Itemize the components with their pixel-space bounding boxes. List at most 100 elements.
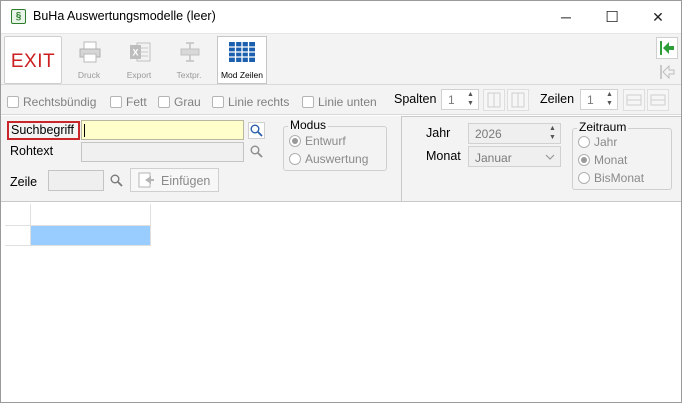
magnifier-icon bbox=[250, 124, 263, 137]
export-label: Export bbox=[126, 70, 152, 80]
chevron-down-icon bbox=[545, 154, 555, 160]
modus-entwurf-label: Entwurf bbox=[305, 134, 346, 148]
spalten-stepper[interactable]: 1 ▲ ▼ bbox=[441, 89, 479, 110]
suchbegriff-label: Suchbegriff bbox=[7, 121, 80, 140]
checkbox-box bbox=[158, 96, 170, 108]
zeitraum-bismonat-radio[interactable]: BisMonat bbox=[578, 171, 644, 185]
spin-up-icon[interactable]: ▲ bbox=[547, 125, 558, 133]
einfuegen-label: Einfügen bbox=[161, 174, 211, 188]
zeile-einfuegen-button[interactable] bbox=[623, 89, 645, 111]
grau-label: Grau bbox=[174, 95, 201, 109]
zeilen-label: Zeilen bbox=[540, 92, 575, 106]
close-icon: ✕ bbox=[652, 8, 664, 25]
column-delete-icon bbox=[511, 92, 525, 108]
rohtext-search-button[interactable] bbox=[248, 143, 265, 160]
checkbox-box bbox=[7, 96, 19, 108]
linie-rechts-label: Linie rechts bbox=[228, 95, 290, 109]
grid-corner-cell bbox=[5, 204, 31, 226]
zeitraum-monat-label: Monat bbox=[594, 153, 628, 167]
linie-unten-label: Linie unten bbox=[318, 95, 377, 109]
spin-down-icon[interactable]: ▼ bbox=[604, 100, 615, 108]
jahr-value: 2026 bbox=[475, 127, 502, 141]
modus-group: Modus Entwurf Auswertung bbox=[283, 118, 387, 171]
zeilen-value: 1 bbox=[587, 93, 594, 107]
radio-dot bbox=[289, 153, 301, 165]
jahr-label: Jahr bbox=[426, 126, 451, 140]
spin-down-icon[interactable]: ▼ bbox=[465, 100, 476, 108]
spin-up-icon[interactable]: ▲ bbox=[465, 91, 476, 99]
checkbox-box bbox=[212, 96, 224, 108]
zeitraum-jahr-label: Jahr bbox=[594, 135, 618, 149]
export-button[interactable]: X Export bbox=[115, 36, 163, 84]
suchbegriff-search-button[interactable] bbox=[248, 122, 265, 139]
maximize-button[interactable]: ☐ bbox=[589, 1, 635, 33]
toolbar: EXIT Druck X Export Textpr. Mod Zeilen bbox=[1, 33, 681, 85]
exit-button[interactable]: EXIT bbox=[4, 36, 62, 84]
magnifier-icon bbox=[110, 174, 123, 187]
app-icon: § bbox=[11, 9, 26, 24]
title-bar: § BuHa Auswertungsmodelle (leer) ─ ☐ ✕ bbox=[1, 1, 681, 33]
modus-entwurf-radio[interactable]: Entwurf bbox=[289, 134, 346, 148]
application-window: § BuHa Auswertungsmodelle (leer) ─ ☐ ✕ E… bbox=[0, 0, 682, 403]
grid-column-header[interactable] bbox=[31, 204, 151, 226]
grid-table-icon bbox=[229, 42, 255, 62]
spin-up-icon[interactable]: ▲ bbox=[604, 91, 615, 99]
window-title: BuHa Auswertungsmodelle (leer) bbox=[33, 9, 216, 23]
spalte-loeschen-button[interactable] bbox=[507, 89, 529, 111]
linie-rechts-checkbox[interactable]: Linie rechts bbox=[212, 95, 289, 109]
grid-selected-cell[interactable] bbox=[31, 226, 151, 246]
linie-unten-checkbox[interactable]: Linie unten bbox=[302, 95, 377, 109]
spin-down-icon[interactable]: ▼ bbox=[547, 134, 558, 142]
grau-checkbox[interactable]: Grau bbox=[158, 95, 201, 109]
zeitraum-title: Zeitraum bbox=[577, 120, 629, 134]
navigate-first-button[interactable] bbox=[656, 37, 678, 59]
textpr-button[interactable]: Textpr. bbox=[165, 36, 213, 84]
monat-value: Januar bbox=[475, 151, 512, 165]
zeitraum-jahr-radio[interactable]: Jahr bbox=[578, 135, 617, 149]
modus-title: Modus bbox=[288, 118, 329, 132]
zeile-input[interactable] bbox=[48, 170, 104, 191]
druck-button[interactable]: Druck bbox=[65, 36, 113, 84]
zeile-loeschen-button[interactable] bbox=[647, 89, 669, 111]
text-cursor-icon bbox=[180, 42, 200, 62]
suchbegriff-input[interactable] bbox=[81, 120, 244, 140]
checkbox-box bbox=[110, 96, 122, 108]
radio-dot bbox=[289, 135, 301, 147]
spalten-label: Spalten bbox=[394, 92, 437, 106]
jahr-stepper[interactable]: 2026 ▲ ▼ bbox=[468, 123, 561, 144]
einfuegen-button[interactable]: Einfügen bbox=[130, 168, 219, 192]
fett-checkbox[interactable]: Fett bbox=[110, 95, 147, 109]
column-insert-icon bbox=[487, 92, 501, 108]
zeitraum-monat-radio[interactable]: Monat bbox=[578, 153, 627, 167]
minimize-icon: ─ bbox=[561, 9, 571, 25]
excel-export-icon: X bbox=[130, 42, 151, 62]
rechtsbuendig-checkbox[interactable]: Rechtsbündig bbox=[7, 95, 96, 109]
exit-label: EXIT bbox=[10, 51, 56, 72]
arrow-left-bar-icon bbox=[660, 41, 674, 55]
zeile-label: Zeile bbox=[10, 175, 38, 189]
zeilen-stepper[interactable]: 1 ▲ ▼ bbox=[580, 89, 618, 110]
monat-select[interactable]: Januar bbox=[468, 146, 561, 167]
radio-dot bbox=[578, 136, 590, 148]
row-insert-icon bbox=[626, 94, 642, 106]
zeitraum-bismonat-label: BisMonat bbox=[594, 171, 645, 185]
row-delete-icon bbox=[650, 94, 666, 106]
format-options-bar: Rechtsbündig Fett Grau Linie rechts Lini… bbox=[1, 85, 681, 115]
navigate-prev-button[interactable] bbox=[656, 61, 678, 83]
close-button[interactable]: ✕ bbox=[635, 1, 681, 33]
grid-row-header[interactable] bbox=[5, 226, 31, 246]
printer-icon bbox=[79, 41, 101, 63]
insert-icon bbox=[138, 172, 154, 188]
mod-zeilen-button[interactable]: Mod Zeilen bbox=[217, 36, 267, 84]
rohtext-input[interactable] bbox=[81, 142, 244, 162]
arrow-left-bar-icon bbox=[660, 64, 675, 80]
model-grid[interactable] bbox=[1, 202, 681, 402]
search-form: Suchbegriff Rohtext Zeile Einfügen Modus… bbox=[1, 116, 681, 202]
zeile-search-button[interactable] bbox=[108, 172, 125, 189]
mod-zeilen-label: Mod Zeilen bbox=[220, 70, 264, 80]
modus-auswertung-radio[interactable]: Auswertung bbox=[289, 152, 368, 166]
minimize-button[interactable]: ─ bbox=[543, 1, 589, 33]
magnifier-icon bbox=[250, 145, 263, 158]
spalte-einfuegen-button[interactable] bbox=[483, 89, 505, 111]
zeitraum-group: Zeitraum Jahr Monat BisMonat bbox=[572, 120, 672, 190]
